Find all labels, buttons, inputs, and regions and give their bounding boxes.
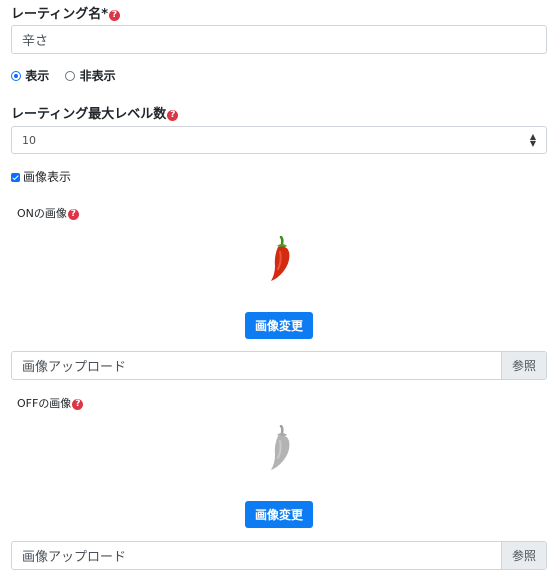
off-image-upload[interactable]: 画像アップロード 参照 [11,541,547,570]
max-level-label-text: レーティング最大レベル数 [11,107,167,122]
select-arrows-icon: ▲ ▼ [529,132,536,148]
radio-show-label[interactable]: 表示 [25,69,49,83]
radio-show-indicator[interactable] [11,71,21,81]
on-image-upload[interactable]: 画像アップロード 参照 [11,351,547,380]
chili-pepper-off-image [271,425,290,470]
required-mark: * [101,7,109,22]
off-image-label: OFFの画像? [17,395,84,411]
off-image-upload-input[interactable]: 画像アップロード [12,542,501,569]
max-level-value: 10 [22,133,36,147]
checkbox-checked-icon[interactable] [11,173,20,182]
max-level-select[interactable]: 10 ▲ ▼ [11,126,547,154]
image-display-checkbox[interactable]: 画像表示 [11,168,71,185]
radio-hide-label[interactable]: 非表示 [80,69,116,83]
rating-name-value: 辛さ [22,34,49,49]
radio-show[interactable]: 表示 [11,69,49,83]
visibility-radio-group: 表示 非表示 [11,67,116,84]
on-image-label: ONの画像? [17,205,79,221]
help-icon[interactable]: ? [72,399,84,410]
on-image-change-button[interactable]: 画像変更 [245,312,313,339]
off-image-change-button[interactable]: 画像変更 [245,501,313,528]
off-image-label-text: OFFの画像 [17,397,72,410]
rating-name-label-text: レーティング名 [11,7,102,22]
max-level-label: レーティング最大レベル数? [11,103,179,122]
radio-hide[interactable]: 非表示 [65,69,116,83]
chili-pepper-on-image [271,236,290,281]
on-image-label-text: ONの画像 [17,207,67,220]
rating-name-input[interactable]: 辛さ [11,25,547,54]
on-image-upload-input[interactable]: 画像アップロード [12,352,501,379]
image-display-label[interactable]: 画像表示 [23,170,71,184]
help-icon[interactable]: ? [109,10,121,21]
rating-name-label: レーティング名*? [11,3,121,22]
help-icon[interactable]: ? [167,110,179,121]
help-icon[interactable]: ? [67,209,79,220]
off-image-browse-button[interactable]: 参照 [501,542,546,569]
radio-hide-indicator[interactable] [65,71,76,81]
on-image-browse-button[interactable]: 参照 [501,352,546,379]
